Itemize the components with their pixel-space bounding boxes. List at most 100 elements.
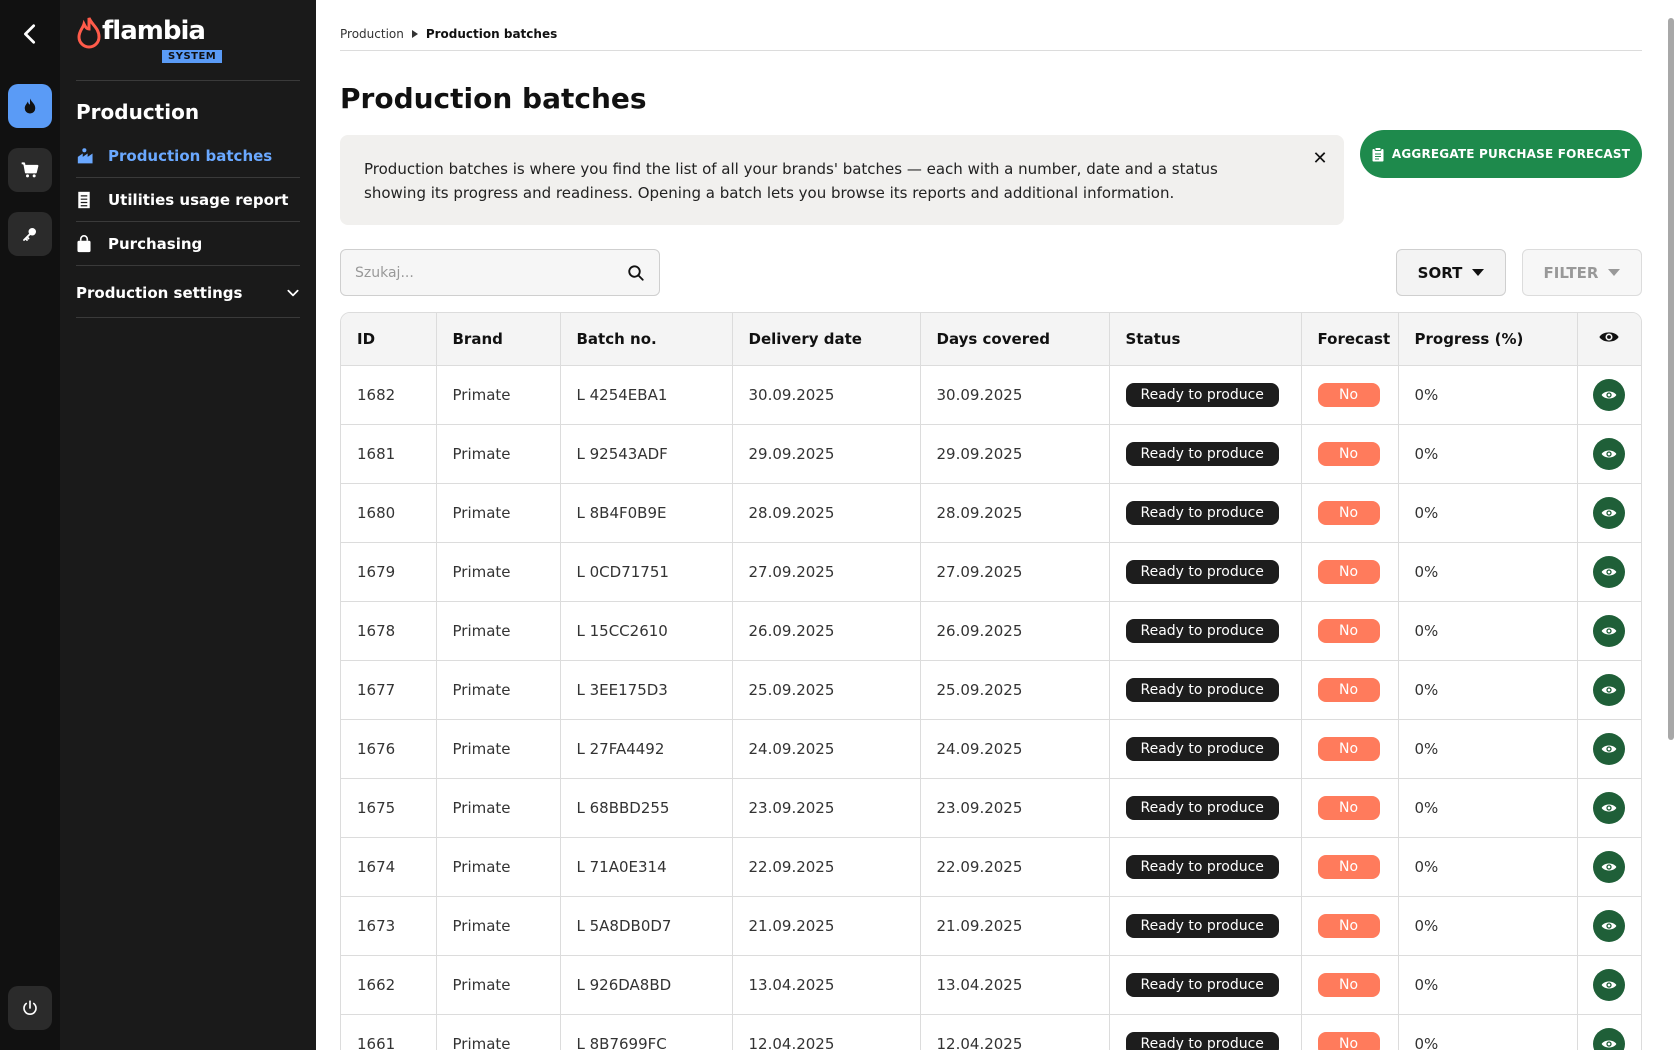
rail-key-button[interactable] (8, 212, 52, 256)
table-cell: L 8B4F0B9E (560, 483, 733, 543)
status-cell: Ready to produce (1109, 837, 1302, 897)
view-batch-button[interactable] (1593, 673, 1626, 706)
sidebar-item-purchasing[interactable]: Purchasing (76, 222, 300, 266)
table-row[interactable]: 1676 Primate L 27FA4492 24.09.2025 24.09.202… (341, 719, 1641, 779)
forecast-cell: No (1301, 896, 1399, 956)
search-icon[interactable] (627, 264, 645, 282)
table-row[interactable]: 1681 Primate L 92543ADF 29.09.2025 29.09.202… (341, 424, 1641, 484)
table-row[interactable]: 1682 Primate L 4254EBA1 30.09.2025 30.09.202… (341, 365, 1641, 425)
sidebar-item-label: Production batches (108, 146, 273, 165)
table-row[interactable]: 1661 Primate L 8B7699FC 12.04.2025 12.04.202… (341, 1014, 1641, 1050)
filter-button[interactable]: FILTER (1522, 249, 1642, 296)
eye-icon (1601, 627, 1617, 634)
breadcrumb-parent[interactable]: Production (340, 27, 404, 41)
sidebar-production-settings[interactable]: Production settings (76, 268, 300, 318)
column-header[interactable]: Progress (%) (1398, 313, 1578, 366)
sort-button[interactable]: SORT (1396, 249, 1506, 296)
forecast-cell: No (1301, 837, 1399, 897)
breadcrumb: Production Production batches (340, 27, 557, 41)
table-cell: 0% (1398, 778, 1578, 838)
table-cell: 27.09.2025 (732, 542, 921, 602)
eye-icon (1601, 509, 1617, 516)
table-row[interactable]: 1673 Primate L 5A8DB0D7 21.09.2025 21.09.202… (341, 896, 1641, 956)
status-badge: Ready to produce (1125, 618, 1279, 643)
sidebar-item-utilities-usage-report[interactable]: Utilities usage report (76, 178, 300, 222)
view-batch-button[interactable] (1593, 791, 1626, 824)
status-cell: Ready to produce (1109, 601, 1302, 661)
view-batch-button[interactable] (1593, 732, 1626, 765)
view-batch-button[interactable] (1593, 909, 1626, 942)
close-icon[interactable]: ✕ (1310, 148, 1330, 169)
table-cell: L 71A0E314 (560, 837, 733, 897)
table-row[interactable]: 1678 Primate L 15CC2610 26.09.2025 26.09.202… (341, 601, 1641, 661)
eye-icon (1601, 568, 1617, 575)
column-header[interactable]: ID (341, 313, 437, 366)
table-cell: L 926DA8BD (560, 955, 733, 1015)
forecast-cell: No (1301, 365, 1399, 425)
table-cell: 0% (1398, 424, 1578, 484)
table-cell: Primate (436, 837, 561, 897)
view-batch-button[interactable] (1593, 968, 1626, 1001)
view-batch-button[interactable] (1593, 555, 1626, 588)
column-header[interactable]: Forecast (1301, 313, 1399, 366)
table-row[interactable]: 1674 Primate L 71A0E314 22.09.2025 22.09.202… (341, 837, 1641, 897)
view-batch-button[interactable] (1593, 378, 1626, 411)
view-batch-button[interactable] (1593, 437, 1626, 470)
table-cell: 29.09.2025 (732, 424, 921, 484)
status-badge: Ready to produce (1125, 677, 1279, 702)
view-batch-button[interactable] (1593, 1027, 1626, 1050)
table-cell: Primate (436, 542, 561, 602)
table-cell: 1680 (341, 483, 437, 543)
aggregate-purchase-forecast-button[interactable]: AGGREGATE PURCHASE FORECAST (1360, 130, 1642, 178)
view-batch-button[interactable] (1593, 850, 1626, 883)
power-icon (23, 1000, 37, 1015)
forecast-cell: No (1301, 778, 1399, 838)
forecast-badge: No (1317, 913, 1380, 938)
view-cell (1577, 601, 1641, 661)
table-cell: 28.09.2025 (732, 483, 921, 543)
view-batch-button[interactable] (1593, 614, 1626, 647)
table-row[interactable]: 1662 Primate L 926DA8BD 13.04.2025 13.04.202… (341, 955, 1641, 1015)
table-cell: 27.09.2025 (920, 542, 1110, 602)
rail-cart-button[interactable] (8, 148, 52, 192)
eye-icon (1601, 745, 1617, 752)
table-cell: 13.04.2025 (732, 955, 921, 1015)
table-cell: 1678 (341, 601, 437, 661)
page-scrollbar[interactable] (1668, 18, 1674, 740)
forecast-badge: No (1317, 795, 1380, 820)
status-cell: Ready to produce (1109, 542, 1302, 602)
search-input[interactable] (355, 264, 627, 281)
sidebar-settings-label: Production settings (76, 283, 243, 302)
table-cell: 1682 (341, 365, 437, 425)
back-arrow-icon[interactable] (14, 18, 46, 50)
column-header[interactable]: Days covered (920, 313, 1110, 366)
table-cell: Primate (436, 896, 561, 956)
document-icon (76, 191, 108, 209)
table-cell: L 27FA4492 (560, 719, 733, 779)
table-row[interactable]: 1677 Primate L 3EE175D3 25.09.2025 25.09.202… (341, 660, 1641, 720)
view-batch-button[interactable] (1593, 496, 1626, 529)
table-row[interactable]: 1675 Primate L 68BBD255 23.09.2025 23.09.202… (341, 778, 1641, 838)
rail-power-button[interactable] (8, 986, 52, 1030)
status-badge: Ready to produce (1125, 382, 1279, 407)
column-header[interactable]: Status (1109, 313, 1302, 366)
batches-table: ID Brand Batch no. Delivery date Days covere… (340, 312, 1642, 1050)
sidebar-item-production-batches[interactable]: Production batches (76, 134, 300, 178)
view-cell (1577, 542, 1641, 602)
column-header[interactable]: Delivery date (732, 313, 921, 366)
column-header[interactable]: Brand (436, 313, 561, 366)
table-cell: 0% (1398, 660, 1578, 720)
column-header[interactable]: Batch no. (560, 313, 733, 366)
status-badge: Ready to produce (1125, 441, 1279, 466)
rail-production-button[interactable] (8, 84, 52, 128)
status-cell: Ready to produce (1109, 955, 1302, 1015)
status-badge: Ready to produce (1125, 736, 1279, 761)
table-cell: 1679 (341, 542, 437, 602)
table-row[interactable]: 1679 Primate L 0CD71751 27.09.2025 27.09.202… (341, 542, 1641, 602)
status-badge: Ready to produce (1125, 559, 1279, 584)
table-cell: 0% (1398, 955, 1578, 1015)
table-row[interactable]: 1680 Primate L 8B4F0B9E 28.09.2025 28.09.202… (341, 483, 1641, 543)
view-cell (1577, 424, 1641, 484)
eye-icon (1601, 1040, 1617, 1047)
table-cell: 1677 (341, 660, 437, 720)
